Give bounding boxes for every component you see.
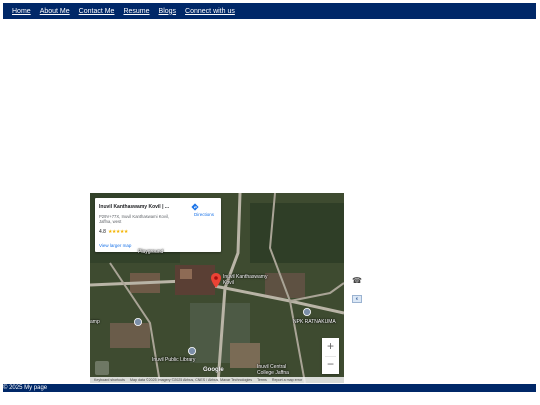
directions-button[interactable]: Directions xyxy=(191,203,217,221)
footer-text: © 2025 My page xyxy=(3,385,48,391)
nav-home-link[interactable]: Home xyxy=(12,8,31,15)
nav-contact-link[interactable]: Contact Me xyxy=(79,8,115,15)
place-rating: 4.8 ★★★★★ xyxy=(99,229,128,235)
nav-resume-link[interactable]: Resume xyxy=(123,8,149,15)
zoom-in-button[interactable]: + xyxy=(322,338,339,356)
directions-label: Directions xyxy=(193,212,214,217)
view-larger-map-link[interactable]: View larger map xyxy=(99,243,131,248)
report-error-link[interactable]: Report a map error xyxy=(272,378,302,382)
marker-label-line2: Kovil xyxy=(223,280,234,286)
top-navigation: Home About Me Contact Me Resume Blogs Co… xyxy=(3,3,536,19)
library-pin-icon[interactable] xyxy=(188,347,196,355)
street-view-pegman-icon[interactable] xyxy=(95,361,109,375)
zoom-controls: + − xyxy=(322,338,339,374)
nav-connect-link[interactable]: Connect with us xyxy=(185,8,235,15)
embedded-map[interactable]: Inuvil Kanthaswamy Kovil | ... P29V+77X,… xyxy=(90,193,344,383)
map-label-playground: Playground xyxy=(138,249,164,255)
nav-blogs-link[interactable]: Blogs xyxy=(159,8,177,15)
nav-about-link[interactable]: About Me xyxy=(40,8,70,15)
location-marker-icon[interactable] xyxy=(211,273,221,288)
rating-stars: ★★★★★ xyxy=(107,229,128,235)
phone-icon[interactable]: ☎ xyxy=(352,276,362,285)
keyboard-shortcuts-link[interactable]: Keyboard shortcuts xyxy=(94,378,125,382)
zoom-divider xyxy=(325,356,336,357)
map-label-npk: NPK RATNAKUMA xyxy=(293,319,336,325)
terms-link[interactable]: Terms xyxy=(257,378,267,382)
google-logo: Google xyxy=(203,367,224,373)
place-info-card: Inuvil Kanthaswamy Kovil | ... P29V+77X,… xyxy=(95,198,221,252)
currency-badge[interactable]: € xyxy=(352,295,362,303)
school-pin-icon[interactable] xyxy=(303,308,311,316)
place-address: P29V+77X, Inuvil Kanthaswami Kovil, Jaff… xyxy=(99,214,169,224)
zoom-out-button[interactable]: − xyxy=(322,356,339,374)
poi-pin-icon[interactable] xyxy=(134,318,142,326)
map-label-library: Inuvil Public Library xyxy=(152,357,196,363)
directions-icon xyxy=(191,203,199,211)
map-data-text: Map data ©2025 Imagery ©2025 Airbus, CNE… xyxy=(129,378,253,382)
map-label-amp: amp xyxy=(90,319,100,325)
place-title: Inuvil Kanthaswamy Kovil | ... xyxy=(99,204,170,210)
page-footer: © 2025 My page xyxy=(3,384,536,392)
rating-value: 4.8 xyxy=(99,229,106,235)
map-attribution-bar: Keyboard shortcuts Map data ©2025 Imager… xyxy=(90,377,344,383)
map-label-college: College Jaffna xyxy=(257,370,289,376)
